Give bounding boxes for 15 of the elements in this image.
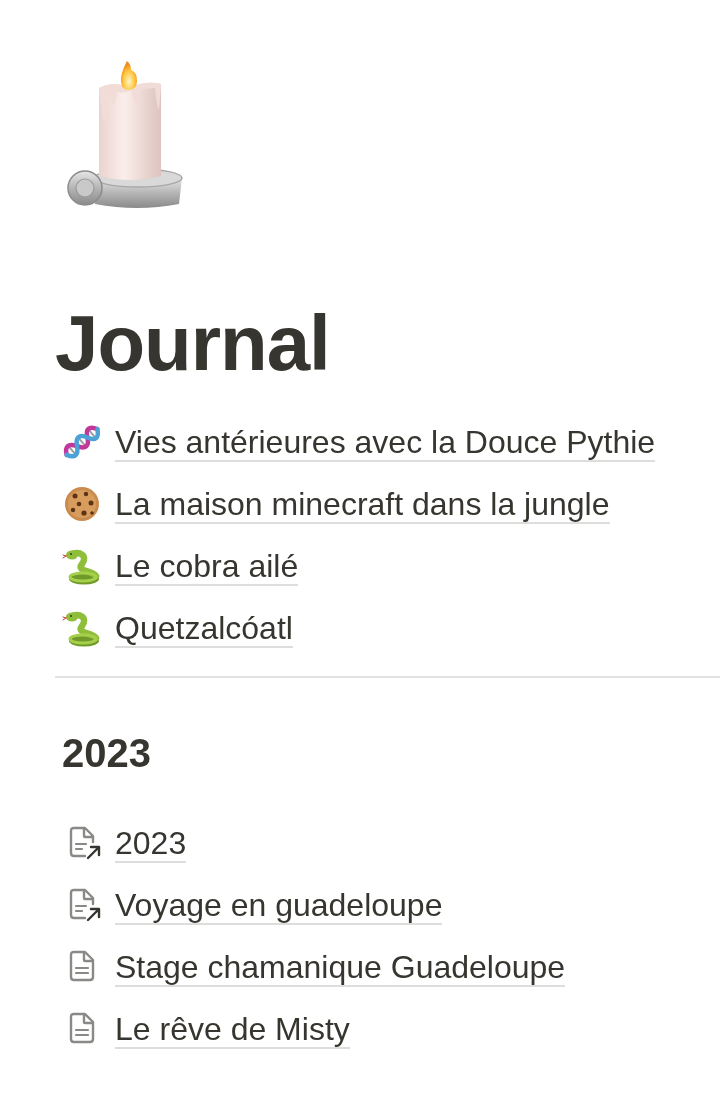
page-link[interactable]: Le cobra ailé: [115, 548, 299, 586]
page-title: Journal: [55, 303, 330, 383]
candle-icon: [65, 58, 183, 210]
page-link[interactable]: Stage chamanique Guadeloupe: [115, 949, 566, 987]
page-link[interactable]: Le rêve de Misty: [115, 1011, 350, 1049]
page-link[interactable]: Vies antérieures avec la Douce Pythie: [115, 424, 656, 462]
document-arrow-icon: [68, 888, 102, 922]
page-link[interactable]: Quetzalcóatl: [115, 610, 293, 648]
page-link[interactable]: La maison minecraft dans la jungle: [115, 486, 610, 524]
cookie-icon: [64, 486, 100, 522]
dna-icon: [62, 422, 102, 462]
section-heading: 2023: [62, 730, 151, 777]
document-arrow-icon: [68, 826, 102, 860]
page-link[interactable]: Voyage en guadeloupe: [115, 887, 443, 925]
page-link[interactable]: 2023: [115, 825, 187, 863]
